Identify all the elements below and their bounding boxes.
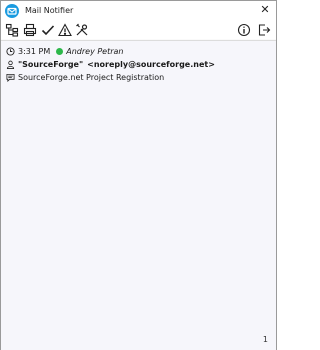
message-bubble-icon	[6, 73, 15, 82]
clock-icon	[6, 46, 15, 56]
message-panel: 3:31 PM Andrey Petran "SourceForge" <nor…	[1, 40, 276, 350]
warning-icon[interactable]	[58, 23, 72, 37]
window-title: Mail Notifier	[25, 6, 74, 15]
tools-icon[interactable]	[75, 23, 89, 37]
exit-icon[interactable]	[257, 23, 271, 37]
app-logo-icon	[5, 4, 19, 18]
printer-icon[interactable]	[23, 23, 37, 37]
hierarchy-icon[interactable]	[5, 23, 19, 37]
mail-notifier-window: Mail Notifier ✕ 3:31 PM Andrey Petran "S…	[0, 0, 277, 350]
page-number: 1	[262, 335, 268, 344]
from-name: "SourceForge"	[18, 59, 84, 69]
message-time: 3:31 PM	[18, 46, 51, 56]
message-time-row[interactable]: 3:31 PM Andrey Petran	[6, 45, 124, 57]
message-from-row[interactable]: "SourceForge" <noreply@sourceforge.net>	[6, 58, 215, 70]
sender-name: Andrey Petran	[66, 46, 124, 56]
checkmark-icon[interactable]	[41, 23, 55, 37]
online-status-icon	[56, 47, 64, 55]
close-button[interactable]: ✕	[259, 4, 271, 16]
toolbar	[1, 21, 276, 39]
message-subject-row[interactable]: SourceForge.net Project Registration	[6, 71, 164, 83]
info-icon[interactable]	[237, 23, 251, 37]
title-bar: Mail Notifier ✕	[1, 1, 276, 21]
message-subject: SourceForge.net Project Registration	[18, 72, 165, 82]
user-icon	[6, 60, 15, 69]
from-email: <noreply@sourceforge.net>	[87, 59, 215, 69]
